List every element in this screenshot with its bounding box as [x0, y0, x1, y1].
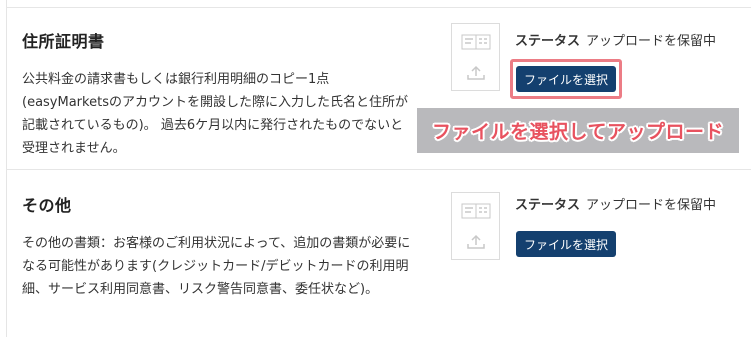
- other-documents-section: その他 その他の書類：お客様のご利用状況によって、追加の書類が必要になる可能性が…: [0, 170, 751, 337]
- instruction-callout: ファイルを選択してアップロード: [417, 108, 739, 153]
- choose-file-button[interactable]: ファイルを選択: [516, 231, 616, 257]
- upload-status: ステータス アップロードを保留中: [515, 194, 716, 213]
- section-description: 公共料金の請求書もしくは銀行利用明細のコピー1点(easyMarketsのアカウ…: [22, 72, 408, 156]
- status-value: アップロードを保留中: [586, 34, 717, 49]
- status-label: ステータス: [515, 198, 581, 213]
- section-title: その他: [22, 196, 72, 215]
- button-highlight-frame: [510, 59, 622, 99]
- section-title: 住所証明書: [22, 32, 105, 51]
- section-description: その他の書類：お客様のご利用状況によって、追加の書類が必要になる可能性があります…: [22, 236, 411, 297]
- callout-text: ファイルを選択してアップロード: [432, 121, 724, 143]
- status-value: アップロードを保留中: [586, 198, 717, 213]
- upload-status: ステータス アップロードを保留中: [515, 30, 716, 49]
- status-label: ステータス: [515, 34, 581, 49]
- document-upload-icon: [451, 192, 500, 260]
- document-upload-icon: [451, 23, 500, 91]
